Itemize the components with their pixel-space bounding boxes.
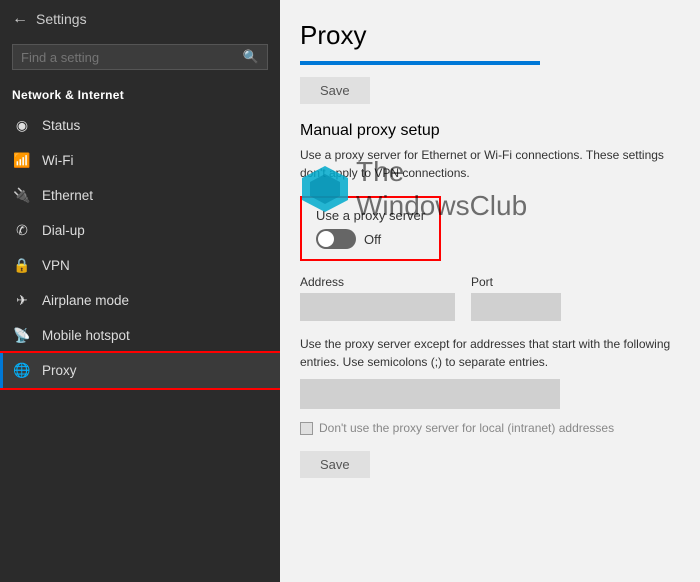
toggle-row: Off <box>316 229 425 249</box>
sidebar-item-airplane[interactable]: ✈ Airplane mode <box>0 283 280 318</box>
sidebar-item-status-label: Status <box>42 118 80 133</box>
hotspot-icon: 📡 <box>12 327 32 344</box>
sidebar-item-vpn-label: VPN <box>42 258 70 273</box>
local-checkbox[interactable] <box>300 422 313 435</box>
address-port-row: Address Port <box>300 275 680 321</box>
search-icon: 🔍 <box>243 49 259 65</box>
search-box[interactable]: 🔍 <box>12 44 268 70</box>
wifi-icon: 📶 <box>12 152 32 169</box>
airplane-icon: ✈ <box>12 292 32 309</box>
manual-section-desc: Use a proxy server for Ethernet or Wi-Fi… <box>300 146 680 182</box>
main-content: The WindowsClub Proxy Save Manual proxy … <box>280 0 700 582</box>
local-checkbox-row[interactable]: Don't use the proxy server for local (in… <box>300 421 680 435</box>
port-label: Port <box>471 275 561 289</box>
dialup-icon: ✆ <box>12 222 32 239</box>
exceptions-desc: Use the proxy server except for addresse… <box>300 335 680 371</box>
sidebar-item-ethernet-label: Ethernet <box>42 188 93 203</box>
address-field-group: Address <box>300 275 455 321</box>
search-input[interactable] <box>21 50 243 65</box>
back-button[interactable]: ← <box>12 10 28 28</box>
toggle-state-text: Off <box>364 232 381 247</box>
sidebar-item-airplane-label: Airplane mode <box>42 293 129 308</box>
sidebar-item-dialup-label: Dial-up <box>42 223 85 238</box>
save-top-button[interactable]: Save <box>300 77 370 104</box>
address-label: Address <box>300 275 455 289</box>
sidebar-title-label: Settings <box>36 11 87 27</box>
progress-bar <box>300 61 540 65</box>
port-input[interactable] <box>471 293 561 321</box>
sidebar-item-proxy[interactable]: 🌐 Proxy <box>0 353 280 388</box>
proxy-icon: 🌐 <box>12 362 32 379</box>
ethernet-icon: 🔌 <box>12 187 32 204</box>
sidebar-item-status[interactable]: ◉ Status <box>0 108 280 143</box>
sidebar-item-wifi-label: Wi-Fi <box>42 153 73 168</box>
sidebar-item-hotspot[interactable]: 📡 Mobile hotspot <box>0 318 280 353</box>
toggle-knob <box>318 231 334 247</box>
proxy-toggle-box: Use a proxy server Off <box>300 196 441 261</box>
status-icon: ◉ <box>12 117 32 134</box>
page-title: Proxy <box>300 20 680 51</box>
save-bottom-button[interactable]: Save <box>300 451 370 478</box>
sidebar-item-vpn[interactable]: 🔒 VPN <box>0 248 280 283</box>
sidebar-header: ← Settings <box>0 0 280 38</box>
proxy-toggle-switch[interactable] <box>316 229 356 249</box>
address-input[interactable] <box>300 293 455 321</box>
local-checkbox-label: Don't use the proxy server for local (in… <box>319 421 614 435</box>
exceptions-input[interactable] <box>300 379 560 409</box>
proxy-toggle-label: Use a proxy server <box>316 208 425 223</box>
sidebar-item-wifi[interactable]: 📶 Wi-Fi <box>0 143 280 178</box>
sidebar-item-ethernet[interactable]: 🔌 Ethernet <box>0 178 280 213</box>
sidebar-item-dialup[interactable]: ✆ Dial-up <box>0 213 280 248</box>
vpn-icon: 🔒 <box>12 257 32 274</box>
manual-section-title: Manual proxy setup <box>300 122 680 140</box>
sidebar-item-proxy-label: Proxy <box>42 363 77 378</box>
sidebar: ← Settings 🔍 Network & Internet ◉ Status… <box>0 0 280 582</box>
sidebar-item-hotspot-label: Mobile hotspot <box>42 328 130 343</box>
port-field-group: Port <box>471 275 561 321</box>
sidebar-section-label: Network & Internet <box>0 80 280 108</box>
